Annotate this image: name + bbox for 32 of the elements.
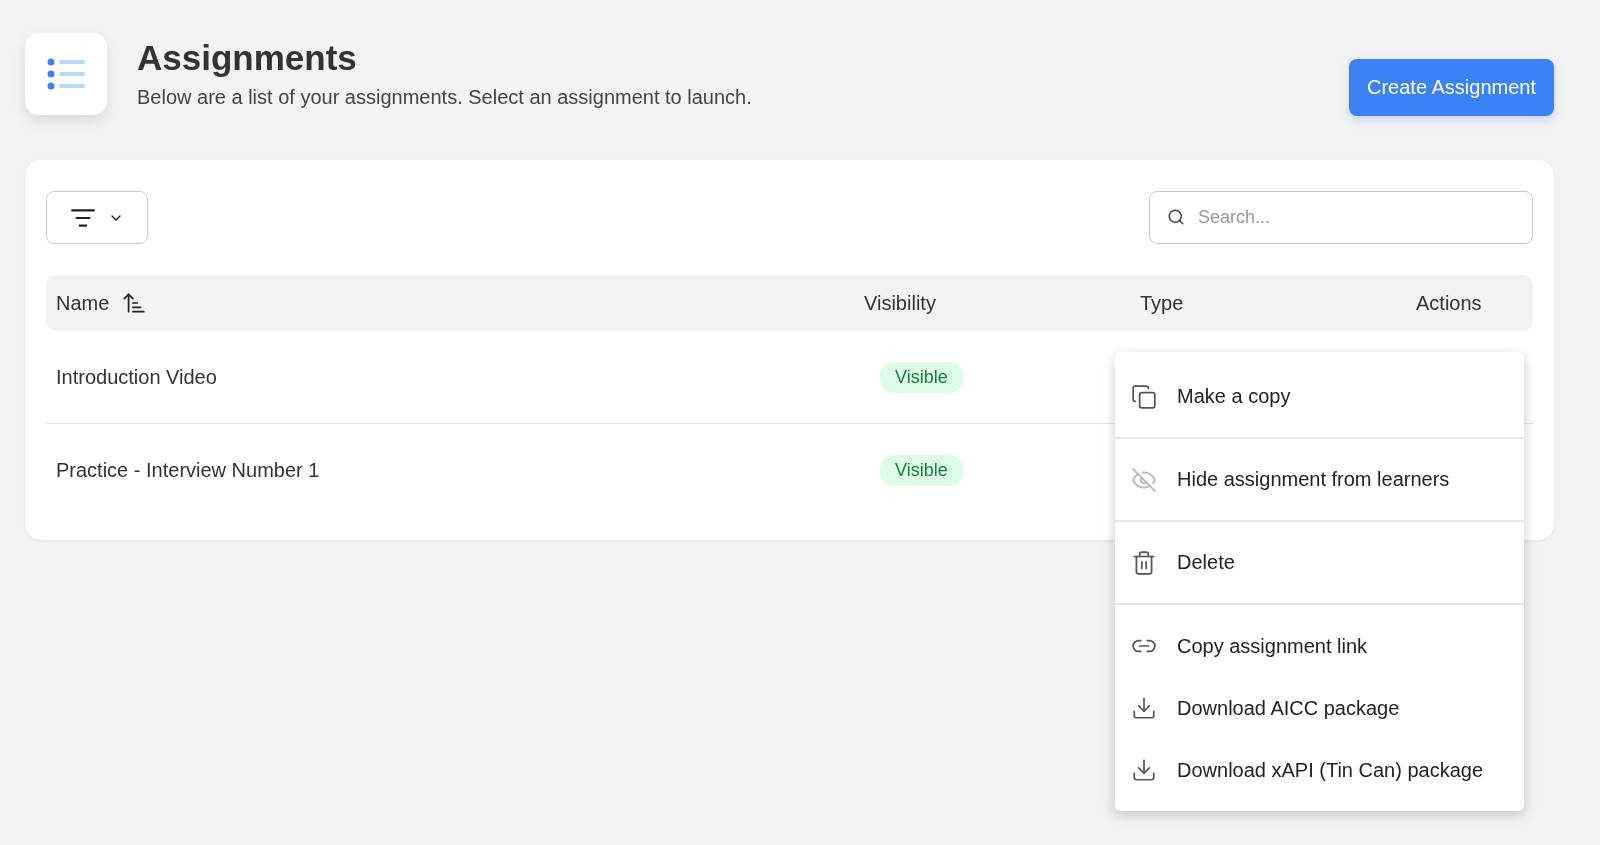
menu-item[interactable]: Copy assignment link (1115, 615, 1524, 677)
create-assignment-button[interactable]: Create Assignment (1349, 59, 1554, 116)
search-field[interactable]: Search... (1149, 191, 1533, 244)
visibility-badge: Visible (880, 454, 963, 486)
menu-item-label: Download AICC package (1177, 696, 1400, 720)
column-header[interactable]: Name (56, 291, 110, 315)
menu-item-label: Delete (1177, 551, 1235, 574)
menu-item-label: Copy assignment link (1177, 634, 1368, 658)
download-icon (1131, 757, 1157, 783)
sort-ascending-icon[interactable] (121, 290, 148, 316)
eye-off-icon (1131, 466, 1157, 493)
menu-item[interactable]: Download AICC package (1115, 677, 1524, 739)
column-header[interactable]: Visibility (864, 291, 936, 315)
filter-button[interactable] (46, 191, 148, 244)
list-icon (46, 56, 86, 91)
page-subtitle: Below are a list of your assignments. Select an assignment to launch. (137, 86, 753, 109)
assignment-name[interactable]: Practice - Interview Number 1 (56, 458, 864, 482)
column-header[interactable]: Type (1140, 291, 1184, 315)
menu-item-label: Hide assignment from learners (1177, 468, 1450, 491)
menu-item[interactable]: Download xAPI (Tin Can) package (1115, 739, 1524, 801)
column-header[interactable]: Actions (1416, 291, 1482, 315)
menu-item[interactable]: Make a copy (1115, 356, 1524, 437)
visibility-badge: Visible (880, 361, 963, 393)
menu-item[interactable]: Hide assignment from learners (1115, 439, 1524, 520)
copy-icon (1131, 383, 1157, 410)
assignment-name[interactable]: Introduction Video (56, 365, 864, 389)
menu-item-label: Make a copy (1177, 385, 1291, 408)
menu-item[interactable]: Delete (1115, 522, 1524, 603)
download-icon (1131, 695, 1157, 721)
menu-item-label: Download xAPI (Tin Can) package (1177, 758, 1484, 782)
page-title: Assignments (137, 38, 358, 78)
trash-icon (1131, 549, 1157, 576)
